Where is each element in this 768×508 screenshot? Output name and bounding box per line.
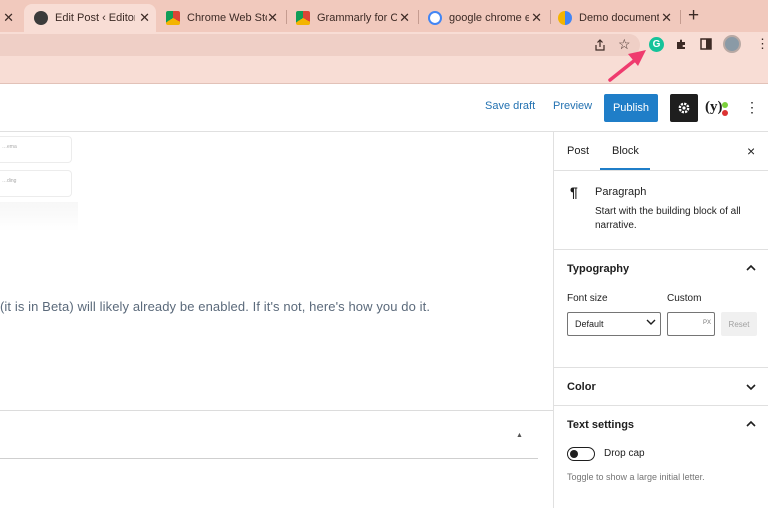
new-tab-button[interactable]: + <box>688 6 699 26</box>
tab-close-icon[interactable]: ✕ <box>399 11 410 24</box>
chevron-down-icon <box>646 318 656 330</box>
reset-button[interactable]: Reset <box>721 312 757 336</box>
bookmark-bar <box>0 58 768 84</box>
gear-icon <box>678 102 690 114</box>
block-title: Paragraph <box>595 186 647 198</box>
tab-grammarly[interactable]: Grammarly for Ch ✕ <box>288 4 416 32</box>
font-size-label: Font size <box>567 293 608 304</box>
scroll-up-arrow-icon[interactable]: ▲ <box>516 432 523 439</box>
toggle-knob <box>570 450 578 458</box>
unit-label: PX <box>703 320 712 326</box>
divider <box>554 367 768 368</box>
annotation-arrow-icon <box>608 50 646 82</box>
divider <box>0 410 553 411</box>
divider <box>554 170 768 171</box>
chrome-menu-icon[interactable]: ⋮ <box>756 37 768 51</box>
settings-gear-button[interactable] <box>670 94 698 122</box>
divider <box>554 249 768 250</box>
tab-separator <box>286 10 287 24</box>
typography-panel-title[interactable]: Typography <box>567 263 629 275</box>
google-icon <box>428 11 442 25</box>
yoast-status-dot-green <box>722 102 728 108</box>
address-bar[interactable] <box>0 34 640 56</box>
tab-close-icon[interactable]: ✕ <box>531 11 542 24</box>
tab-title: Edit Post ‹ EditorF <box>55 12 135 24</box>
chrome-web-store-icon <box>166 11 180 25</box>
tab-edit-post[interactable]: Edit Post ‹ EditorF ✕ <box>24 4 156 32</box>
yoast-seo-icon[interactable]: (y) <box>705 99 723 116</box>
publish-button[interactable]: Publish <box>604 94 658 122</box>
tab-partial[interactable]: ✕ <box>0 4 22 32</box>
grammarly-extension-icon[interactable]: G <box>649 37 664 52</box>
tab-close-icon[interactable]: ✕ <box>139 11 150 24</box>
divider <box>0 458 538 459</box>
tab-chrome-web-store[interactable]: Chrome Web Stor ✕ <box>158 4 284 32</box>
block-description: Start with the building block of all nar… <box>595 206 741 231</box>
faded-image-edge <box>0 202 78 232</box>
tab-close-icon[interactable]: ✕ <box>661 11 672 24</box>
preview-button[interactable]: Preview <box>553 100 592 112</box>
wordpress-icon <box>34 11 48 25</box>
editor-canvas[interactable] <box>0 132 553 508</box>
paragraph-block-icon: ¶ <box>570 184 578 200</box>
tab-title: Demo document <box>579 12 659 24</box>
color-panel-title[interactable]: Color <box>567 381 596 393</box>
paragraph-block[interactable]: (it is in Beta) will likely already be e… <box>0 299 430 314</box>
close-sidebar-icon[interactable]: × <box>747 143 755 159</box>
yoast-status-dot-red <box>722 110 728 116</box>
google-docs-icon <box>558 11 572 25</box>
tab-title: Chrome Web Stor <box>187 12 267 24</box>
drop-cap-help-text: Toggle to show a large initial letter. <box>567 472 705 482</box>
tab-block[interactable]: Block <box>612 145 639 157</box>
ghost-card: …ding <box>0 170 72 197</box>
drop-cap-toggle[interactable] <box>567 447 595 461</box>
chevron-up-icon[interactable] <box>746 419 756 431</box>
more-options-icon[interactable]: ⋮ <box>745 99 759 115</box>
chevron-down-icon[interactable] <box>746 382 756 394</box>
ghost-card: …ema <box>0 136 72 163</box>
drop-cap-label: Drop cap <box>604 448 645 459</box>
tab-post[interactable]: Post <box>567 145 589 157</box>
side-panel-icon[interactable] <box>700 38 712 53</box>
tab-close-icon[interactable]: ✕ <box>3 11 14 24</box>
custom-size-label: Custom <box>667 293 702 304</box>
tab-demo-document[interactable]: Demo document ✕ <box>552 4 678 32</box>
chevron-up-icon[interactable] <box>746 263 756 275</box>
tab-title: Grammarly for Ch <box>317 12 397 24</box>
save-draft-button[interactable]: Save draft <box>485 100 535 112</box>
tab-title: google chrome ex <box>449 12 529 24</box>
browser-tab-strip: ✕ Edit Post ‹ EditorF ✕ Chrome Web Stor … <box>0 0 768 32</box>
chrome-web-store-icon <box>296 11 310 25</box>
tab-separator <box>550 10 551 24</box>
tab-separator <box>680 10 681 24</box>
profile-avatar[interactable] <box>723 35 741 53</box>
tab-close-icon[interactable]: ✕ <box>267 11 278 24</box>
tab-separator <box>418 10 419 24</box>
divider <box>554 405 768 406</box>
extensions-puzzle-icon[interactable] <box>676 38 688 53</box>
tab-google-search[interactable]: google chrome ex ✕ <box>420 4 548 32</box>
text-settings-panel-title[interactable]: Text settings <box>567 419 634 431</box>
